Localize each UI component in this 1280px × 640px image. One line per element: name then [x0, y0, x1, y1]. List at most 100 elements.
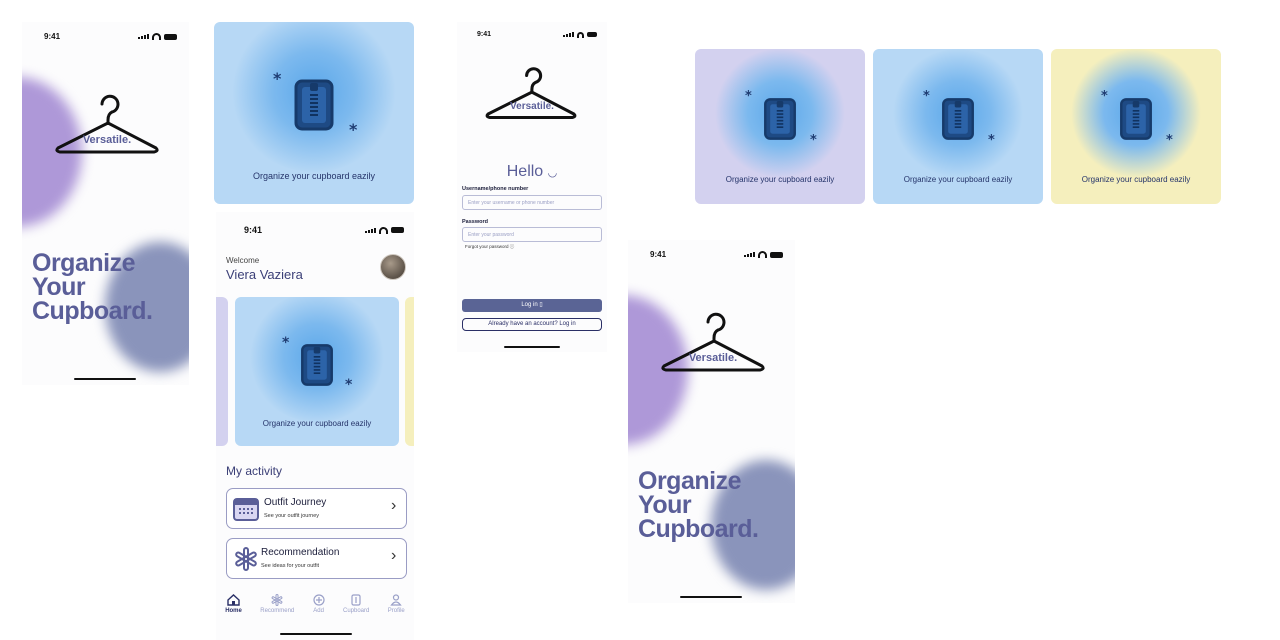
home-indicator	[280, 633, 352, 635]
door-icon: ▯	[539, 302, 543, 308]
calendar-icon	[233, 498, 259, 521]
tagline-line-2: Your	[32, 272, 86, 301]
home-icon	[227, 594, 240, 606]
section-title: My activity	[226, 464, 283, 478]
tab-home[interactable]: Home	[225, 594, 242, 614]
wifi-icon	[379, 226, 388, 234]
splash-tagline: Organize Your Cupboard.	[32, 251, 153, 325]
asterisk-icon: *	[988, 133, 995, 148]
chevron-right-icon: ›	[391, 497, 397, 514]
activity-subtitle: See ideas for your outfit	[261, 563, 320, 569]
clipboard-zipper-icon	[301, 344, 333, 386]
clipboard-zipper-icon	[942, 98, 974, 140]
smile-icon: ◡	[547, 167, 558, 179]
forgot-password-link[interactable]: Forgot your password ⓘ	[465, 244, 514, 250]
username-label: Username/phone number	[462, 186, 529, 192]
status-bar: 9:41	[22, 32, 189, 41]
carousel-prev-card[interactable]	[216, 297, 228, 446]
password-field[interactable]: Enter your password	[462, 227, 602, 242]
home-indicator	[74, 378, 136, 380]
status-time: 9:41	[477, 31, 492, 38]
wifi-icon	[758, 251, 767, 258]
user-icon	[390, 594, 402, 606]
asterisk-icon: *	[273, 69, 282, 88]
status-time: 9:41	[650, 250, 667, 259]
status-time: 9:41	[44, 32, 61, 41]
brand-logo-text: Versatile.	[510, 101, 554, 112]
battery-icon	[391, 227, 404, 233]
asterisk-icon: *	[282, 335, 290, 351]
promo-card-blue: * * Organize your cupboard eazily	[873, 49, 1043, 204]
asterisk-icon: *	[1101, 89, 1108, 104]
tab-profile[interactable]: Profile	[388, 594, 405, 614]
promo-card-large: * * Organize your cupboard eazily	[214, 22, 414, 204]
promo-card-yellow: * * Organize your cupboard eazily	[1051, 49, 1221, 204]
wifi-icon	[577, 31, 584, 38]
tab-add[interactable]: Add	[313, 594, 325, 614]
tagline-line-3: Cupboard.	[32, 296, 153, 325]
greeting-text: Hello	[506, 163, 544, 180]
battery-icon	[770, 251, 783, 258]
signal-icon	[365, 227, 376, 233]
username-field[interactable]: Enter your username or phone number	[462, 195, 602, 210]
promo-caption: Organize your cupboard eazily	[1081, 175, 1191, 184]
activity-subtitle: See your outfit journey	[264, 513, 320, 519]
status-bar: 9:41	[216, 225, 414, 235]
activity-title: Outfit Journey	[264, 497, 327, 508]
asterisk-icon: *	[345, 377, 353, 393]
chevron-right-icon: ›	[391, 547, 397, 564]
sparkle-icon	[271, 594, 283, 606]
brand-logo-text: Versatile.	[688, 352, 738, 364]
signal-icon	[138, 34, 149, 39]
have-account-button[interactable]: Already have an account? Log in	[462, 318, 602, 331]
clipboard-zipper-icon	[294, 79, 334, 131]
splash-screen-2: 9:41 Versatile. Organize Your Cupboard.	[628, 240, 795, 603]
home-screen: 9:41 Welcome Viera Vaziera * * Organize …	[216, 212, 414, 640]
tab-label: Profile	[387, 608, 405, 614]
signal-icon	[563, 32, 574, 37]
tab-label: Home	[225, 608, 242, 614]
splash-tagline: Organize Your Cupboard.	[638, 469, 759, 543]
wifi-icon	[152, 33, 161, 40]
promo-caption: Organize your cupboard eazily	[903, 175, 1013, 184]
status-bar: 9:41	[628, 250, 795, 259]
tab-label: Recommend	[260, 608, 295, 614]
clipboard-zipper-icon	[1120, 98, 1152, 140]
tab-cupboard[interactable]: Cupboard	[343, 594, 369, 614]
promo-caption: Organize your cupboard eazily	[725, 175, 835, 184]
sparkle-icon	[235, 547, 257, 571]
clipboard-zipper-icon	[764, 98, 796, 140]
carousel-card[interactable]: * * Organize your cupboard eazily	[235, 297, 399, 446]
hanger-logo-icon	[661, 312, 765, 372]
asterisk-icon: *	[1166, 133, 1173, 148]
asterisk-icon: *	[923, 89, 930, 104]
tab-label: Cupboard	[343, 608, 370, 614]
tab-label: Add	[313, 608, 324, 614]
promo-card-lavender: * * Organize your cupboard eazily	[695, 49, 865, 204]
status-time: 9:41	[244, 225, 263, 235]
forgot-password-text: Forgot your password	[465, 244, 509, 249]
login-button[interactable]: Log in ▯	[462, 299, 602, 312]
activity-card-recommendation[interactable]: Recommendation See ideas for your outfit…	[226, 538, 407, 579]
battery-icon	[587, 32, 597, 37]
user-name: Viera Vaziera	[226, 267, 303, 282]
plus-circle-icon	[313, 594, 325, 606]
activity-card-outfit-journey[interactable]: Outfit Journey See your outfit journey ›	[226, 488, 407, 529]
asterisk-icon: *	[745, 89, 752, 104]
tab-recommend[interactable]: Recommend	[260, 594, 294, 614]
battery-icon	[164, 33, 177, 40]
password-label: Password	[462, 219, 488, 225]
promo-caption: Organize your cupboard eazily	[252, 171, 376, 181]
help-icon: ⓘ	[509, 244, 515, 249]
asterisk-icon: *	[349, 120, 358, 139]
tagline-line-3: Cupboard.	[638, 514, 759, 543]
welcome-label: Welcome	[226, 256, 260, 265]
greeting: Hello ◡	[457, 163, 607, 181]
tab-bar: Home Recommend Add Cupboard Profile	[216, 594, 414, 614]
activity-title: Recommendation	[261, 547, 340, 558]
promo-caption: Organize your cupboard eazily	[262, 419, 372, 428]
brand-logo-text: Versatile.	[82, 134, 132, 146]
avatar[interactable]	[380, 254, 406, 280]
asterisk-icon: *	[810, 133, 817, 148]
carousel-next-card[interactable]	[405, 297, 414, 446]
